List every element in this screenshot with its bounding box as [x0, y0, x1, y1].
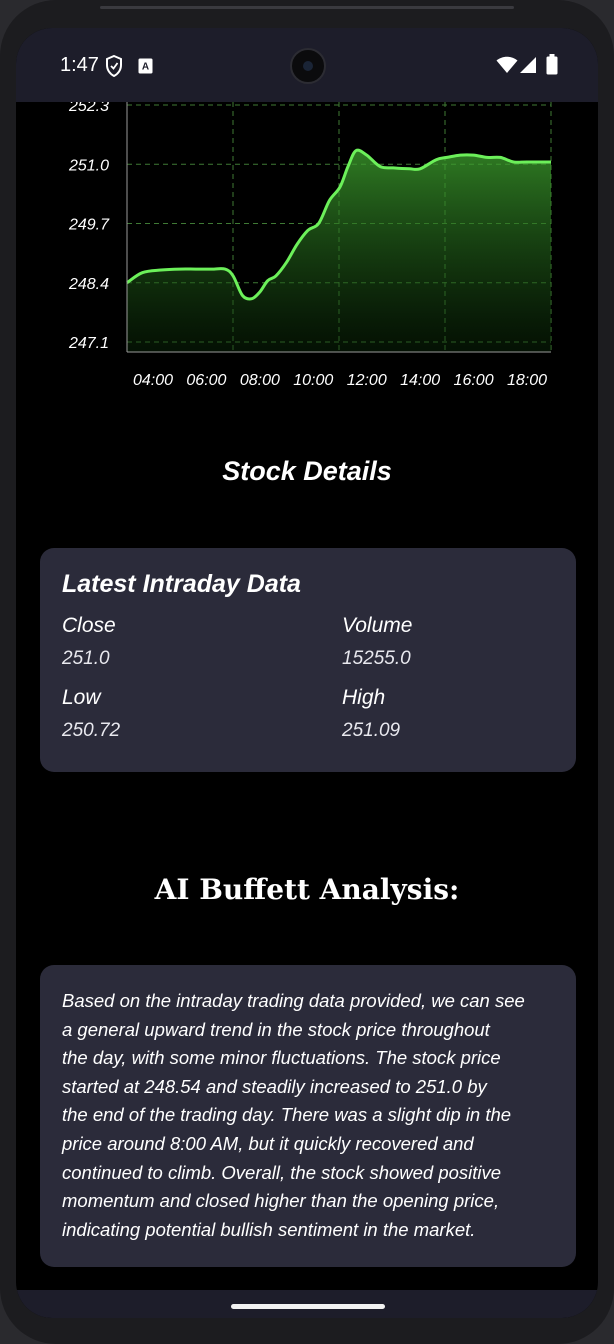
- analysis-line: Based on the intraday trading data provi…: [62, 990, 525, 1011]
- y-tick-label: 252.3: [68, 102, 109, 115]
- volume-cell: Volume 15255.0: [342, 614, 592, 670]
- analysis-text: Based on the intraday trading data provi…: [62, 987, 554, 1244]
- signal-icon: [519, 56, 537, 79]
- x-tick-label: 16:00: [454, 372, 494, 389]
- shield-icon: [105, 54, 123, 82]
- price-area-fill: [127, 150, 551, 352]
- analysis-card: Based on the intraday trading data provi…: [40, 965, 576, 1267]
- x-tick-label: 08:00: [240, 372, 280, 389]
- phone-screen: 247.1 248.4 249.7 251.0 252.3 04:00 06:00 08:00…: [16, 28, 598, 1318]
- a-text-icon: A: [138, 58, 153, 79]
- bezel-top-edge: [100, 6, 514, 9]
- close-value: 251.0: [62, 648, 110, 669]
- low-cell: Low 250.72: [62, 686, 312, 742]
- front-camera: [290, 48, 326, 84]
- analysis-line: started at 248.54 and steadily increased…: [62, 1075, 487, 1097]
- high-label: High: [342, 686, 386, 709]
- x-tick-label: 04:00: [133, 372, 173, 389]
- phone-frame: 247.1 248.4 249.7 251.0 252.3 04:00 06:00 08:00…: [0, 0, 614, 1344]
- volume-value: 15255.0: [342, 648, 411, 669]
- x-tick-label: 10:00: [293, 372, 333, 389]
- analysis-line: continued to climb. Overall, the stock s…: [62, 1161, 502, 1183]
- analysis-title: AI Buffett Analysis:: [154, 873, 460, 906]
- volume-label: Volume: [342, 614, 413, 637]
- latest-intraday-card: Latest Intraday Data Close 251.0 Volume …: [40, 548, 576, 772]
- x-tick-label: 12:00: [347, 372, 387, 389]
- wifi-icon: [496, 56, 518, 79]
- stock-details-title: Stock Details: [222, 456, 392, 486]
- high-value: 251.09: [342, 720, 401, 741]
- x-tick-label: 18:00: [507, 372, 547, 389]
- analysis-line: momentum and closed higher than the open…: [62, 1190, 500, 1212]
- analysis-line: price around 8:00 AM, but it quickly rec…: [62, 1132, 474, 1154]
- svg-text:A: A: [142, 62, 149, 73]
- high-cell: High 251.09: [342, 686, 592, 742]
- close-cell: Close 251.0: [62, 614, 312, 670]
- status-bar: 1:47 A: [16, 28, 598, 102]
- x-tick-label: 06:00: [186, 372, 226, 389]
- analysis-line: the day, with some minor fluctuations. T…: [62, 1047, 501, 1069]
- y-tick-label: 249.7: [68, 217, 110, 234]
- close-label: Close: [62, 614, 116, 637]
- y-tick-label: 248.4: [68, 276, 109, 293]
- status-time: 1:47: [60, 54, 99, 76]
- y-tick-label: 251.0: [68, 157, 109, 174]
- low-label: Low: [62, 686, 101, 709]
- analysis-line: the end of the trading day. There was a …: [62, 1104, 512, 1126]
- navigation-bar: [16, 1290, 598, 1318]
- low-value: 250.72: [62, 720, 121, 741]
- chart-svg: 247.1 248.4 249.7 251.0 252.3 04:00 06:00 08:00…: [68, 102, 552, 389]
- latest-intraday-heading: Latest Intraday Data: [62, 570, 301, 598]
- home-gesture-handle[interactable]: [231, 1304, 385, 1309]
- analysis-line: a general upward trend in the stock pric…: [62, 1018, 490, 1040]
- x-tick-label: 14:00: [400, 372, 440, 389]
- intraday-chart[interactable]: 247.1 248.4 249.7 251.0 252.3 04:00 06:00 08:00…: [16, 102, 598, 402]
- analysis-line: indicating potential bullish sentiment i…: [62, 1218, 476, 1240]
- battery-icon: [546, 54, 558, 80]
- intraday-data-grid: Close 251.0 Volume 15255.0 Low 250.72 Hi…: [62, 614, 562, 754]
- y-tick-label: 247.1: [68, 335, 109, 352]
